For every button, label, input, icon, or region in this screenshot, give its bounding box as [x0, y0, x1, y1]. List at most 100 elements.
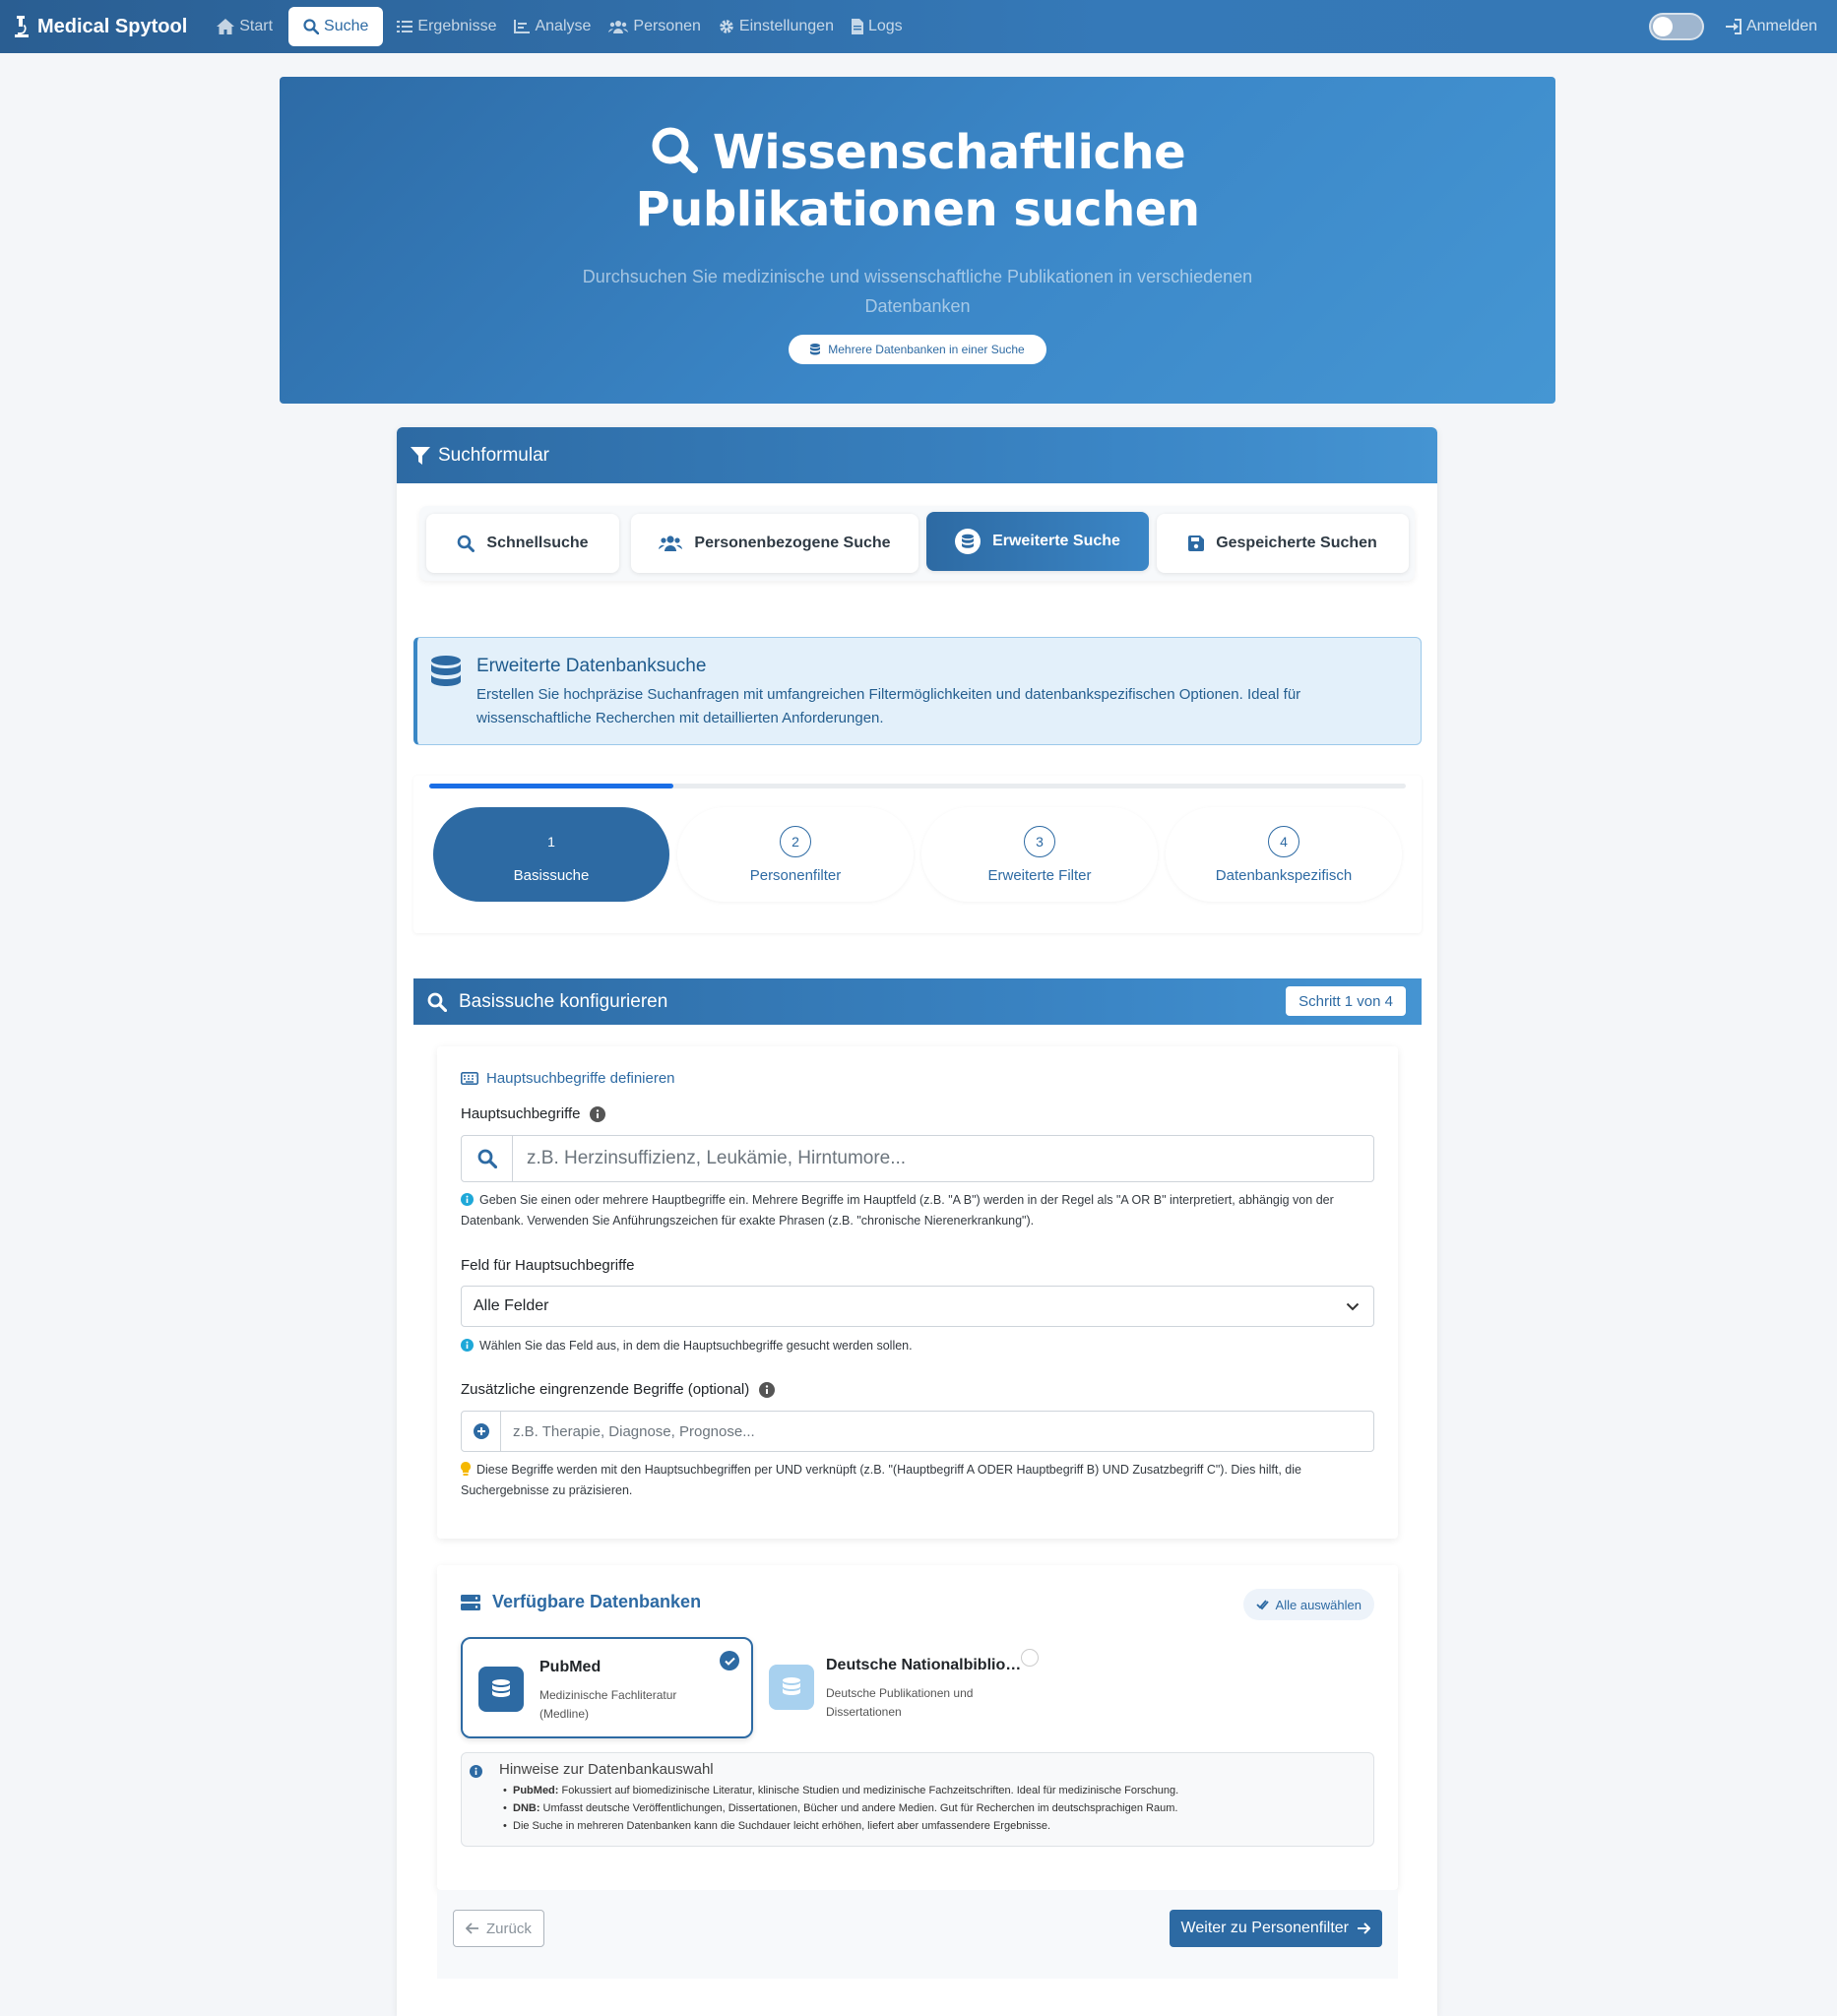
extra-terms-input[interactable]: z.B. Therapie, Diagnose, Prognose...: [461, 1411, 1374, 1452]
database-notes: Hinweise zur Datenbankauswahl PubMed: Fo…: [461, 1752, 1374, 1847]
database-icon: [955, 529, 982, 554]
main-terms-panel-title: Hauptsuchbegriffe definieren: [461, 1070, 675, 1087]
database-name: PubMed: [539, 1659, 602, 1675]
tab-gespeicherte-suchen[interactable]: Gespeicherte Suchen: [1157, 514, 1409, 573]
select-all-button[interactable]: Alle auswählen: [1242, 1589, 1374, 1620]
nav-einstellungen[interactable]: Einstellungen: [711, 7, 842, 46]
field-select-label: Feld für Hauptsuchbegriffe: [461, 1257, 635, 1274]
check-icon: [720, 1651, 739, 1670]
chevron-down-icon: [1346, 1302, 1360, 1311]
filter-icon: [411, 446, 430, 465]
login-link[interactable]: Anmelden: [1725, 18, 1817, 35]
brand-link[interactable]: Medical Spytool: [12, 16, 187, 38]
hero-subtitle: Durchsuchen Sie medizinische und wissens…: [582, 267, 1253, 316]
note-bold: DNB:: [513, 1802, 540, 1814]
step-personenfilter[interactable]: 2 Personenfilter: [677, 807, 914, 902]
nav-analyse[interactable]: Analyse: [506, 7, 599, 46]
arrow-left-icon: [466, 1922, 479, 1934]
step-label: Personenfilter: [749, 866, 842, 884]
extra-terms-label: Zusätzliche eingrenzende Begriffe (optio…: [461, 1381, 776, 1398]
note-text: Fokussiert auf biomedizinische Literatur…: [558, 1785, 1179, 1796]
tab-schnellsuche[interactable]: Schnellsuche: [426, 514, 619, 573]
database-card-pubmed[interactable]: PubMed Medizinische Fachliteratur (Medli…: [461, 1637, 753, 1738]
nav-ergebnisse-label: Ergebnisse: [417, 18, 497, 34]
hero-badge: Mehrere Datenbanken in einer Suche: [789, 335, 1046, 364]
field-select[interactable]: Alle Felder: [461, 1286, 1374, 1327]
step-number: 3: [1024, 825, 1055, 857]
back-button[interactable]: Zurück: [453, 1910, 544, 1947]
basic-search-header: Basissuche konfigurieren Schritt 1 von 4: [413, 978, 1422, 1025]
back-label: Zurück: [486, 1920, 532, 1937]
extra-terms-label-text: Zusätzliche eingrenzende Begriffe (optio…: [461, 1381, 750, 1398]
nav-start-label: Start: [239, 18, 274, 34]
nav-suche-label: Suche: [324, 18, 369, 34]
database-description: Deutsche Publikationen und Dissertatione…: [826, 1686, 974, 1719]
notes-title: Hinweise zur Datenbankauswahl: [499, 1761, 714, 1778]
users-icon: [659, 535, 683, 552]
search-icon: [650, 125, 699, 174]
nav-logs[interactable]: Logs: [844, 7, 911, 46]
step-erweiterte-filter[interactable]: 3 Erweiterte Filter: [921, 807, 1158, 902]
main-terms-label-text: Hauptsuchbegriffe: [461, 1105, 581, 1122]
basic-search-section: Basissuche konfigurieren Schritt 1 von 4…: [413, 978, 1422, 2016]
databases-panel-title: Verfügbare Datenbanken: [461, 1592, 701, 1612]
microscope-icon: [12, 16, 32, 37]
main-terms-hint: Geben Sie einen oder mehrere Hauptbegrif…: [461, 1190, 1366, 1231]
step-label: Basissuche: [513, 866, 590, 884]
tab-schnellsuche-label: Schnellsuche: [486, 535, 589, 551]
search-icon: [462, 1136, 513, 1181]
nav-analyse-label: Analyse: [535, 18, 592, 34]
search-icon: [427, 992, 447, 1012]
note-text: Die Suche in mehreren Datenbanken kann d…: [513, 1820, 1051, 1832]
databases-title: Verfügbare Datenbanken: [492, 1592, 702, 1611]
step-basissuche[interactable]: 1 Basissuche: [433, 807, 669, 902]
extra-terms-hint-text: Diese Begriffe werden mit den Hauptsuchb…: [461, 1463, 1301, 1497]
note-bold: PubMed:: [513, 1785, 559, 1796]
wizard-stepper: 1 Basissuche 2 Personenfilter 3 Erweiter…: [413, 776, 1422, 933]
lightbulb-icon: [461, 1462, 471, 1476]
info-icon[interactable]: [590, 1105, 606, 1122]
database-icon: [769, 1665, 814, 1710]
main-terms-panel: Hauptsuchbegriffe definieren Hauptsuchbe…: [437, 1046, 1398, 1539]
basic-search-title: Basissuche konfigurieren: [459, 990, 668, 1012]
users-icon: [608, 20, 629, 33]
keyboard-icon: [461, 1072, 478, 1085]
tab-personenbezogene-suche[interactable]: Personenbezogene Suche: [631, 514, 918, 573]
info-text: Erstellen Sie hochpräzise Suchanfragen m…: [476, 686, 1301, 726]
main-terms-input[interactable]: z.B. Herzinsuffizienz, Leukämie, Hirntum…: [461, 1135, 1374, 1182]
sign-in-icon: [1725, 19, 1742, 34]
plus-circle-icon: [462, 1412, 501, 1451]
search-form-title: Suchformular: [438, 444, 549, 466]
search-form-header: Suchformular: [397, 427, 1437, 483]
nav-personen[interactable]: Personen: [601, 7, 709, 46]
select-all-label: Alle auswählen: [1275, 1597, 1362, 1612]
list-icon: [397, 20, 413, 33]
hero-title: Wissenschaftliche Publikationen suchen: [635, 125, 1200, 237]
database-icon: [810, 344, 821, 355]
hero-title-wrap: Wissenschaftliche Publikationen suchen: [475, 124, 1361, 238]
step-indicator-badge: Schritt 1 von 4: [1286, 986, 1406, 1016]
dark-mode-toggle[interactable]: [1648, 13, 1704, 40]
step-datenbankspezifisch[interactable]: 4 Datenbankspezifisch: [1166, 807, 1402, 902]
nav-ergebnisse[interactable]: Ergebnisse: [389, 7, 504, 46]
brand-label: Medical Spytool: [37, 15, 188, 37]
info-icon: [470, 1765, 482, 1778]
database-description: Medizinische Fachliteratur (Medline): [539, 1688, 677, 1721]
main-terms-hint-text: Geben Sie einen oder mehrere Hauptbegrif…: [461, 1193, 1334, 1228]
database-icon: [478, 1667, 524, 1712]
database-name: Deutsche Nationalbibliothek: [826, 1657, 1023, 1673]
nav-start[interactable]: Start: [209, 7, 281, 46]
next-button[interactable]: Weiter zu Personenfilter: [1169, 1910, 1382, 1947]
wizard-progress-bar: [429, 784, 1406, 788]
info-icon[interactable]: [759, 1381, 776, 1398]
advanced-search-info: Erweiterte Datenbanksuche Erstellen Sie …: [413, 637, 1422, 745]
database-card-dnb[interactable]: Deutsche Nationalbibliothek Deutsche Pub…: [767, 1637, 1059, 1738]
tab-erweiterte-suche[interactable]: Erweiterte Suche: [926, 512, 1149, 571]
arrow-right-icon: [1357, 1922, 1370, 1934]
nav-suche[interactable]: Suche: [288, 7, 384, 46]
note-text: Umfasst deutsche Veröffentlichungen, Dis…: [539, 1802, 1178, 1814]
next-label: Weiter zu Personenfilter: [1180, 1920, 1349, 1936]
search-form-card: Suchformular Schnellsuche Personenbezoge…: [397, 427, 1437, 2016]
step-number: 4: [1268, 825, 1299, 857]
gear-icon: [719, 19, 734, 34]
